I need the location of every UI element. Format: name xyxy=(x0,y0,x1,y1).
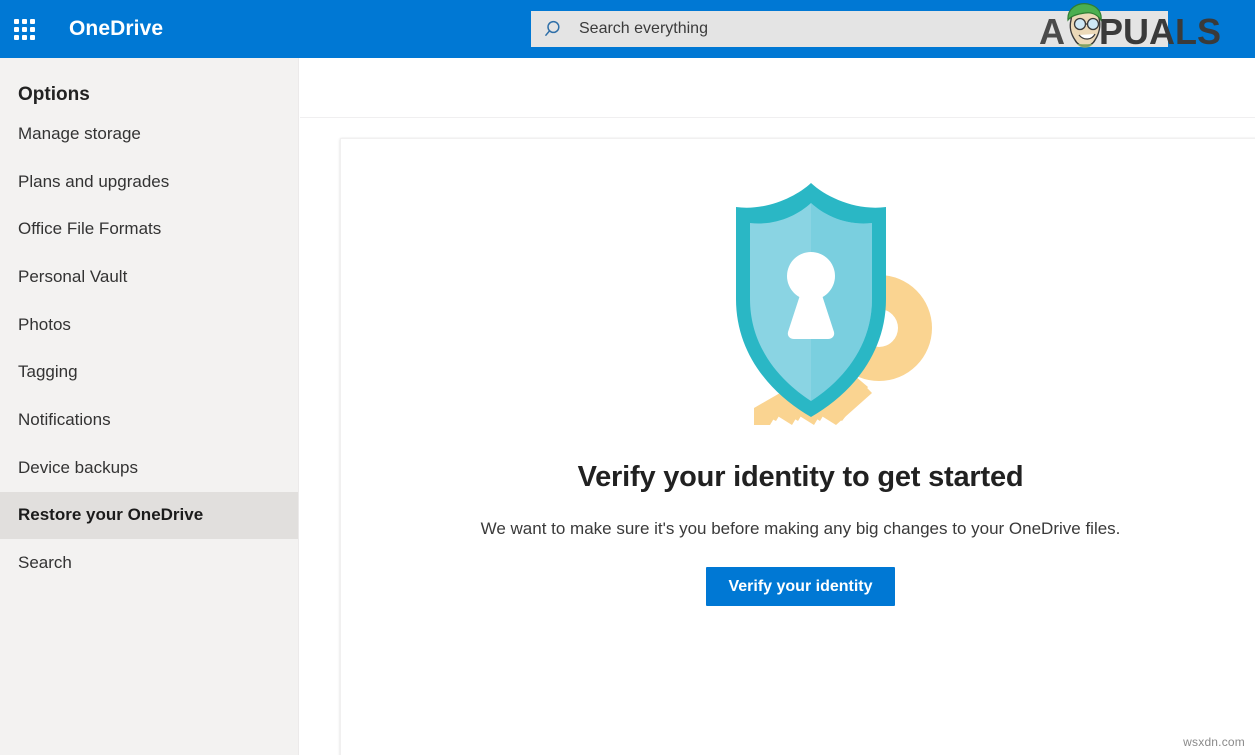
verify-identity-button[interactable]: Verify your identity xyxy=(706,567,894,606)
sidebar-item-manage-storage[interactable]: Manage storage xyxy=(0,110,298,158)
sidebar-item-notifications[interactable]: Notifications xyxy=(0,396,298,444)
sidebar-item-label: Photos xyxy=(18,315,71,335)
verify-identity-hero: Verify your identity to get started We w… xyxy=(341,139,1255,606)
sidebar-item-label: Plans and upgrades xyxy=(18,172,169,192)
shield-with-keyhole-and-key-icon xyxy=(636,149,966,439)
main-content-area: Verify your identity to get started We w… xyxy=(300,58,1255,755)
page-subtext: We want to make sure it's you before mak… xyxy=(481,519,1121,539)
sidebar-item-label: Personal Vault xyxy=(18,267,127,287)
sidebar-item-photos[interactable]: Photos xyxy=(0,301,298,349)
sidebar-item-label: Device backups xyxy=(18,458,138,478)
search-box[interactable] xyxy=(531,11,1168,47)
restore-onedrive-card: Verify your identity to get started We w… xyxy=(340,138,1255,755)
sidebar-item-label: Manage storage xyxy=(18,124,141,144)
content-toolbar xyxy=(300,58,1255,118)
search-icon xyxy=(531,11,579,47)
sidebar-item-device-backups[interactable]: Device backups xyxy=(0,444,298,492)
sidebar-item-search[interactable]: Search xyxy=(0,539,298,587)
sidebar-item-restore-your-onedrive[interactable]: Restore your OneDrive xyxy=(0,492,298,540)
sidebar-item-plans-and-upgrades[interactable]: Plans and upgrades xyxy=(0,158,298,206)
sidebar-item-label: Restore your OneDrive xyxy=(18,505,203,525)
sidebar-item-label: Office File Formats xyxy=(18,219,161,239)
sidebar-item-label: Notifications xyxy=(18,410,111,430)
sidebar-item-label: Tagging xyxy=(18,362,78,382)
search-input[interactable] xyxy=(579,11,1168,47)
page-title: Verify your identity to get started xyxy=(578,461,1024,494)
onedrive-options-page: OneDrive A PUALS xyxy=(0,0,1255,755)
top-header-bar: OneDrive A PUALS xyxy=(0,0,1255,58)
site-watermark: wsxdn.com xyxy=(1183,735,1245,749)
sidebar-item-tagging[interactable]: Tagging xyxy=(0,348,298,396)
sidebar-item-label: Search xyxy=(18,553,72,573)
app-launcher-button[interactable] xyxy=(0,0,48,58)
sidebar-item-personal-vault[interactable]: Personal Vault xyxy=(0,253,298,301)
waffle-grid-icon xyxy=(14,19,35,40)
brand-title[interactable]: OneDrive xyxy=(69,17,163,41)
options-sidebar: Options Manage storage Plans and upgrade… xyxy=(0,58,299,755)
sidebar-title: Options xyxy=(0,58,298,110)
sidebar-item-office-file-formats[interactable]: Office File Formats xyxy=(0,205,298,253)
